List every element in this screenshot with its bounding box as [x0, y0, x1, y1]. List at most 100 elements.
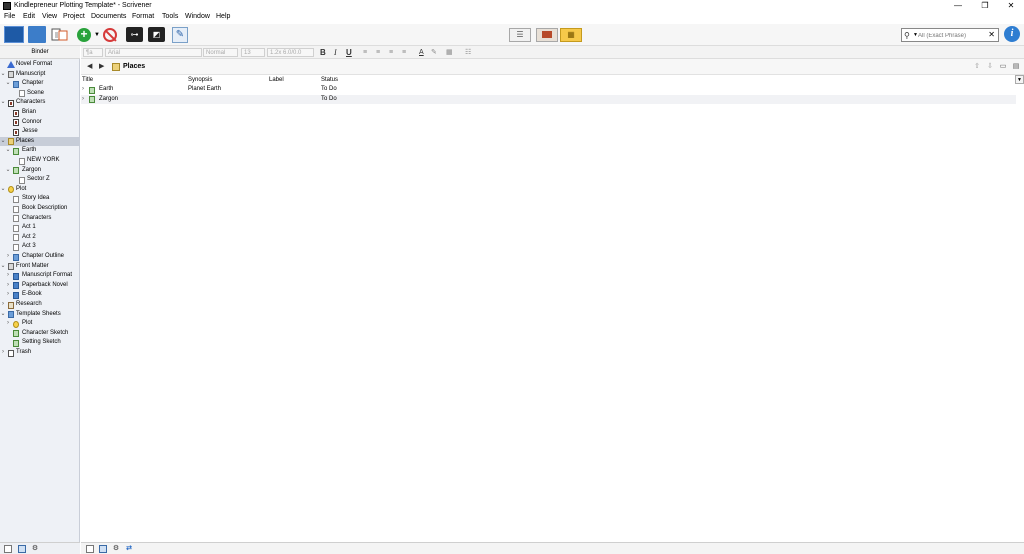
align-left-icon[interactable]: ≡ — [363, 48, 367, 57]
text-color-icon[interactable]: A — [419, 48, 424, 57]
binder-item-act-2[interactable]: Act 2 — [0, 233, 80, 243]
new-folder-icon[interactable] — [18, 545, 26, 553]
justify-icon[interactable]: ≡ — [402, 48, 406, 57]
expand-chevron-icon[interactable]: › — [0, 348, 6, 358]
collapse-chevron-icon[interactable]: ⌄ — [0, 262, 6, 272]
bookmark-icon[interactable]: ⇧ — [973, 62, 981, 71]
outline-view-icon[interactable]: ▦ — [560, 28, 582, 42]
align-center-icon[interactable]: ≡ — [376, 48, 380, 57]
expand-chevron-icon[interactable]: › — [5, 290, 11, 300]
table-row[interactable]: › Earth Planet Earth To Do — [81, 85, 1016, 95]
collapse-chevron-icon[interactable]: ⌄ — [5, 166, 11, 176]
column-header-synopsis[interactable]: Synopsis — [188, 77, 212, 83]
column-header-title[interactable]: Title — [82, 77, 93, 83]
gear-icon[interactable]: ⚙ — [112, 545, 120, 553]
lock-icon[interactable]: ⇩ — [986, 62, 994, 71]
typeface-menu[interactable]: Normal — [203, 48, 238, 57]
menu-project[interactable]: Project — [63, 13, 85, 20]
font-size-menu[interactable]: 13 — [241, 48, 265, 57]
menu-help[interactable]: Help — [216, 13, 230, 20]
new-document-icon[interactable] — [86, 545, 94, 553]
binder-item-act-3[interactable]: Act 3 — [0, 242, 80, 252]
expand-chevron-icon[interactable]: › — [5, 319, 11, 329]
composition-mode-icon[interactable]: ✎ — [172, 27, 188, 43]
binder-item-template-sheets[interactable]: ⌄ Template Sheets — [0, 310, 80, 320]
collapse-chevron-icon[interactable]: ⌄ — [0, 310, 6, 320]
list-icon[interactable]: ☷ — [465, 48, 471, 57]
binder-item-chapter-outline[interactable]: › Chapter Outline — [0, 252, 80, 262]
split-editor-icon[interactable]: ▭ — [999, 62, 1007, 71]
italic-button[interactable]: I — [334, 48, 337, 57]
binder-item-new-york[interactable]: NEW YORK — [0, 156, 80, 166]
restore-button[interactable]: ❐ — [972, 0, 998, 12]
close-button[interactable]: ✕ — [998, 0, 1024, 12]
binder-item-front-matter[interactable]: ⌄ Front Matter — [0, 262, 80, 272]
binder-item-trash[interactable]: › Trash — [0, 348, 80, 358]
binder-item-plot-template[interactable]: › Plot — [0, 319, 80, 329]
bold-button[interactable]: B — [320, 48, 326, 57]
add-document-icon[interactable]: + — [77, 28, 91, 42]
menu-window[interactable]: Window — [185, 13, 210, 20]
binder-item-story-idea[interactable]: Story Idea — [0, 194, 80, 204]
column-options-chevron-icon[interactable]: ▼ — [1015, 75, 1024, 84]
sync-arrows-icon[interactable]: ⇄ — [125, 545, 133, 553]
new-folder-icon[interactable] — [99, 545, 107, 553]
new-document-icon[interactable] — [4, 545, 12, 553]
menu-documents[interactable]: Documents — [91, 13, 126, 20]
navigate-forward-icon[interactable]: ▶ — [99, 62, 104, 70]
quick-reference-icon[interactable]: ◩ — [148, 27, 165, 42]
table-icon[interactable]: ▦ — [446, 48, 453, 57]
menu-tools[interactable]: Tools — [162, 13, 178, 20]
expand-chevron-icon[interactable]: › — [82, 85, 84, 95]
corkboard-view-icon[interactable] — [536, 28, 558, 42]
menu-format[interactable]: Format — [132, 13, 154, 20]
search-input[interactable] — [918, 30, 988, 41]
quick-reference-folder-icon[interactable] — [28, 26, 46, 43]
binder-item-e-book[interactable]: › E-Book — [0, 290, 80, 300]
close-editor-icon[interactable]: ▤ — [1012, 62, 1020, 71]
binder-item-connor[interactable]: Connor — [0, 118, 80, 128]
collapse-chevron-icon[interactable]: ⌄ — [5, 146, 11, 156]
inspector-info-icon[interactable]: i — [1004, 26, 1020, 42]
expand-chevron-icon[interactable]: › — [82, 95, 84, 105]
collapse-chevron-icon[interactable]: ⌄ — [0, 70, 6, 80]
expand-chevron-icon[interactable]: › — [5, 252, 11, 262]
column-header-status[interactable]: Status — [321, 77, 338, 83]
binder-item-manuscript-format[interactable]: › Manuscript Format — [0, 271, 80, 281]
style-menu[interactable]: ¶a — [83, 48, 103, 57]
search-field[interactable]: ⚲ ▼ ✕ — [901, 28, 999, 42]
gear-icon[interactable]: ⚙ — [31, 545, 39, 553]
menu-edit[interactable]: Edit — [23, 13, 35, 20]
collapse-chevron-icon[interactable]: ⌄ — [5, 79, 11, 89]
binder-item-novel-format[interactable]: Novel Format — [0, 60, 80, 70]
binder-item-manuscript[interactable]: ⌄ Manuscript — [0, 70, 80, 80]
binder-item-research[interactable]: › Research — [0, 300, 80, 310]
collapse-chevron-icon[interactable]: ⌄ — [0, 98, 6, 108]
minimize-button[interactable]: — — [945, 0, 971, 12]
navigate-back-icon[interactable]: ◀ — [87, 62, 92, 70]
expand-chevron-icon[interactable]: › — [5, 281, 11, 291]
collapse-chevron-icon[interactable]: ⌄ — [0, 185, 6, 195]
binder-item-characters-doc[interactable]: Characters — [0, 214, 80, 224]
binder-item-zargon[interactable]: ⌄ Zargon — [0, 166, 80, 176]
scrivenings-view-icon[interactable]: ☰ — [509, 28, 531, 42]
move-to-trash-icon[interactable] — [103, 28, 117, 42]
line-spacing-menu[interactable]: 1.2x 6.0/0.0 — [267, 48, 314, 57]
binder-item-jesse[interactable]: Jesse — [0, 127, 80, 137]
binder-item-character-sketch[interactable]: Character Sketch — [0, 329, 80, 339]
binder-item-characters[interactable]: ⌄ Characters — [0, 98, 80, 108]
binder-item-paperback-novel[interactable]: › Paperback Novel — [0, 281, 80, 291]
menu-file[interactable]: File — [4, 13, 15, 20]
compile-icon[interactable] — [51, 26, 68, 43]
highlight-icon[interactable]: ✎ — [431, 48, 437, 57]
binder-item-scene[interactable]: Scene — [0, 89, 80, 99]
column-header-label[interactable]: Label — [269, 77, 284, 83]
binder-item-sector-z[interactable]: Sector Z — [0, 175, 80, 185]
binder-item-earth[interactable]: ⌄ Earth — [0, 146, 80, 156]
align-right-icon[interactable]: ≡ — [389, 48, 393, 57]
underline-button[interactable]: U — [346, 48, 352, 57]
binder-item-plot[interactable]: ⌄ Plot — [0, 185, 80, 195]
expand-chevron-icon[interactable]: › — [0, 300, 6, 310]
binder-item-setting-sketch[interactable]: Setting Sketch — [0, 338, 80, 348]
expand-chevron-icon[interactable]: › — [5, 271, 11, 281]
